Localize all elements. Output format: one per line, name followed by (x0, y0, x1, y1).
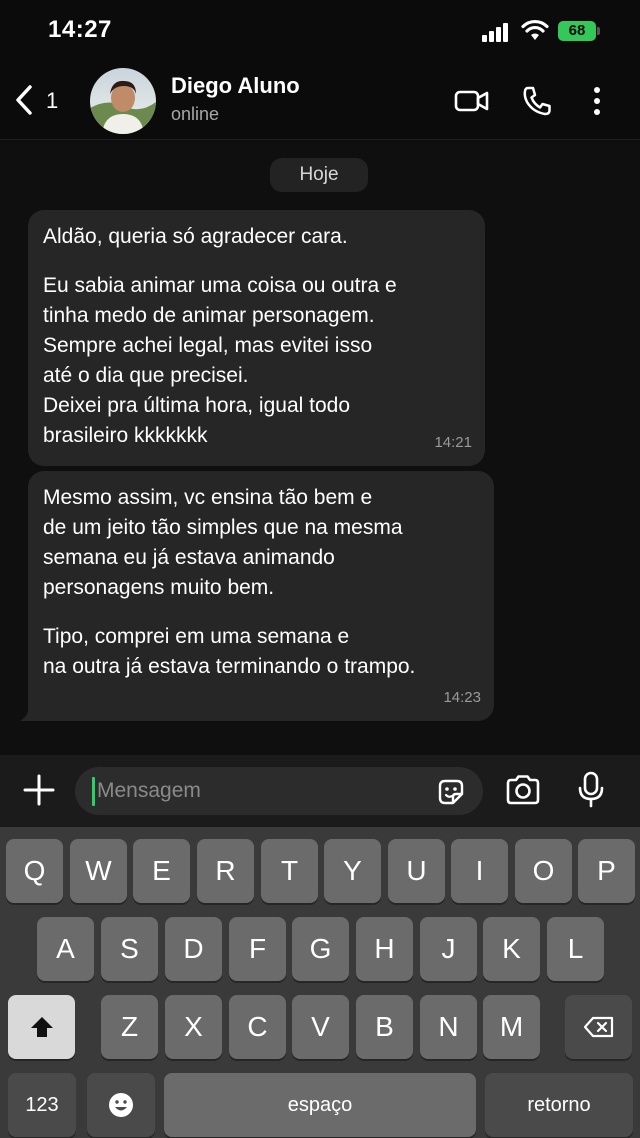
key-m[interactable]: M (483, 995, 540, 1059)
chat-header: 1 Diego Aluno online (0, 62, 640, 140)
key-i[interactable]: I (451, 839, 508, 903)
emoji-icon (109, 1093, 133, 1117)
message-input-container[interactable] (75, 767, 483, 815)
sticker-icon[interactable] (436, 777, 466, 807)
key-o[interactable]: O (515, 839, 572, 903)
camera-icon[interactable] (505, 773, 541, 807)
key-c[interactable]: C (229, 995, 286, 1059)
composer-bar (0, 755, 640, 827)
key-r[interactable]: R (197, 839, 254, 903)
shift-icon (30, 1017, 53, 1037)
shift-key[interactable] (8, 995, 75, 1059)
backspace-key[interactable] (565, 995, 632, 1059)
back-button[interactable]: 1 (10, 80, 64, 120)
message-text: Tipo, comprei em uma semana e na outra j… (43, 625, 416, 678)
bubble-tail (20, 701, 40, 721)
avatar[interactable] (90, 68, 156, 134)
numbers-key[interactable]: 123 (8, 1073, 76, 1137)
key-z[interactable]: Z (101, 995, 158, 1059)
contact-name[interactable]: Diego Aluno (171, 73, 300, 99)
date-separator: Hoje (270, 158, 368, 192)
key-w[interactable]: W (70, 839, 127, 903)
key-a[interactable]: A (37, 917, 94, 981)
signal-icon (482, 22, 512, 42)
key-k[interactable]: K (483, 917, 540, 981)
message-bubble[interactable]: Mesmo assim, vc ensina tão bem e de um j… (28, 471, 494, 721)
space-key[interactable]: espaço (164, 1073, 476, 1137)
key-d[interactable]: D (165, 917, 222, 981)
key-x[interactable]: X (165, 995, 222, 1059)
message-text: Mesmo assim, vc ensina tão bem e de um j… (43, 486, 403, 599)
chat-area[interactable]: Hoje Aldão, queria só agradecer cara. Eu… (0, 141, 640, 755)
contact-status: online (171, 104, 220, 124)
key-g[interactable]: G (292, 917, 349, 981)
microphone-icon[interactable] (577, 771, 605, 809)
message-bubble[interactable]: Aldão, queria só agradecer cara. Eu sabi… (28, 210, 485, 466)
phone-icon[interactable] (521, 84, 553, 118)
wifi-icon (521, 19, 549, 40)
message-time: 14:23 (443, 689, 481, 706)
key-u[interactable]: U (388, 839, 445, 903)
message-text: Eu sabia animar uma coisa ou outra e tin… (43, 274, 397, 447)
message-input[interactable] (97, 771, 417, 811)
more-vertical-icon[interactable] (590, 84, 604, 118)
key-p[interactable]: P (578, 839, 635, 903)
plus-icon[interactable] (20, 771, 58, 809)
key-e[interactable]: E (133, 839, 190, 903)
keyboard: Q W E R T Y U I O P A S D F G H J K L Z … (0, 827, 640, 1138)
video-camera-icon[interactable] (454, 84, 490, 118)
key-y[interactable]: Y (324, 839, 381, 903)
return-key[interactable]: retorno (485, 1073, 633, 1137)
key-j[interactable]: J (420, 917, 477, 981)
key-l[interactable]: L (547, 917, 604, 981)
unread-count: 1 (46, 88, 59, 113)
emoji-key[interactable] (87, 1073, 155, 1137)
text-caret (92, 777, 95, 806)
status-time: 14:27 (48, 16, 112, 43)
chevron-left-icon (16, 85, 32, 115)
message-text: Aldão, queria só agradecer cara. (43, 225, 348, 248)
battery-indicator: 68 (558, 21, 596, 41)
key-b[interactable]: B (356, 995, 413, 1059)
battery-cap (597, 27, 600, 35)
key-h[interactable]: H (356, 917, 413, 981)
message-time: 14:21 (434, 434, 472, 451)
key-v[interactable]: V (292, 995, 349, 1059)
key-s[interactable]: S (101, 917, 158, 981)
backspace-icon (583, 1016, 613, 1038)
status-bar: 14:27 68 (0, 0, 640, 62)
key-f[interactable]: F (229, 917, 286, 981)
key-t[interactable]: T (261, 839, 318, 903)
key-n[interactable]: N (420, 995, 477, 1059)
key-q[interactable]: Q (6, 839, 63, 903)
